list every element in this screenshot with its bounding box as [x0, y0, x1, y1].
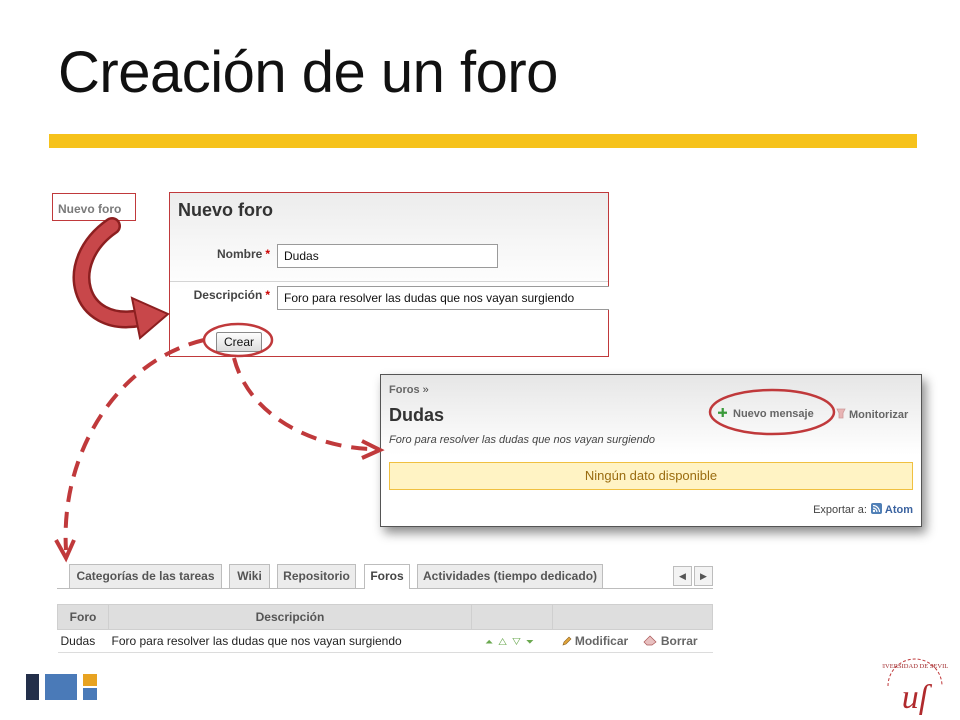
description-label: Descripción * — [193, 288, 270, 302]
required-mark: * — [265, 247, 270, 261]
column-header-order — [471, 604, 553, 630]
tab-wiki[interactable]: Wiki — [229, 564, 270, 588]
breadcrumb[interactable]: Foros» — [389, 384, 429, 396]
delete-link[interactable]: Borrar — [661, 634, 698, 648]
title-accent-bar — [49, 134, 917, 148]
forum-page-panel: Foros» Dudas Foro para resolver las duda… — [380, 374, 922, 527]
move-top-icon[interactable]: ⏶ — [485, 637, 498, 648]
name-input[interactable]: Dudas — [277, 244, 498, 268]
rss-icon[interactable] — [870, 503, 882, 514]
name-label: Nombre * — [216, 247, 270, 261]
delete-icon[interactable] — [642, 634, 658, 646]
tab-actividades[interactable]: Actividades (tiempo dedicado) — [417, 564, 603, 588]
new-message-link[interactable]: Nuevo mensaje — [718, 408, 814, 420]
edit-icon[interactable] — [562, 636, 572, 646]
tab-categorias[interactable]: Categorías de las tareas — [69, 564, 222, 588]
description-input[interactable]: Foro para resolver las dudas que nos vay… — [277, 286, 609, 310]
tab-repositorio[interactable]: Repositorio — [277, 564, 356, 588]
form-divider — [170, 281, 608, 282]
dashed-arrow-icon — [54, 338, 205, 563]
monitor-link[interactable]: Monitorizar — [836, 408, 908, 421]
forum-description-cell: Foro para resolver las dudas que nos vay… — [108, 629, 472, 653]
forums-table: Foro Descripción Dudas Foro para resolve… — [57, 604, 713, 653]
university-seal-logo: · UNIVERSIDAD DE SEVILLA · uſ — [882, 658, 948, 716]
tab-foros[interactable]: Foros — [364, 564, 410, 589]
empty-notice: Ningún dato disponible — [389, 462, 913, 490]
forum-name-cell[interactable]: Dudas — [57, 629, 109, 653]
actions-cell: Modificar Borrar — [552, 629, 713, 653]
breadcrumb-foros[interactable]: Foros — [389, 384, 420, 396]
move-up-icon[interactable]: △ — [498, 637, 512, 648]
forum-title: Dudas — [389, 405, 445, 425]
move-down-icon[interactable]: ▽ — [512, 637, 526, 648]
add-icon — [718, 408, 727, 417]
tabs-next-button[interactable]: ▶ — [694, 566, 713, 586]
create-button[interactable]: Crear — [216, 332, 262, 352]
table-header-row: Foro Descripción — [57, 604, 713, 630]
required-mark: * — [265, 288, 270, 302]
svg-text:· UNIVERSIDAD DE SEVILLA ·: · UNIVERSIDAD DE SEVILLA · — [882, 663, 948, 670]
export-row: Exportar a: Atom — [813, 503, 913, 516]
forum-description: Foro para resolver las dudas que nos vay… — [389, 434, 655, 446]
new-forum-form: Nuevo foro Nombre * Dudas Descripción * Fo… — [169, 192, 609, 357]
logo-blocks — [26, 674, 97, 700]
edit-link[interactable]: Modificar — [575, 634, 628, 648]
breadcrumb-separator: » — [422, 384, 429, 396]
tabs-prev-button[interactable]: ◀ — [673, 566, 692, 586]
move-bottom-icon[interactable]: ⏷ — [526, 637, 539, 648]
column-header-actions — [552, 604, 713, 630]
form-heading: Nuevo foro — [178, 200, 274, 220]
svg-text:uſ: uſ — [902, 679, 933, 716]
order-cell: ⏶△▽⏷ — [471, 629, 553, 653]
atom-link[interactable]: Atom — [885, 504, 913, 516]
new-message-label[interactable]: Nuevo mensaje — [733, 408, 814, 420]
column-header-foro: Foro — [57, 604, 109, 630]
new-forum-link-box[interactable]: Nuevo foro — [52, 193, 136, 221]
dashed-arrow-icon — [232, 357, 385, 460]
table-row: Dudas Foro para resolver las dudas que n… — [57, 629, 713, 653]
arrow-curved-icon — [72, 217, 170, 340]
slide-title: Creación de un foro — [58, 40, 558, 105]
monitor-icon — [836, 408, 846, 419]
export-label: Exportar a: — [813, 504, 867, 516]
monitor-label[interactable]: Monitorizar — [849, 409, 908, 421]
column-header-descripcion: Descripción — [108, 604, 472, 630]
new-forum-link[interactable]: Nuevo foro — [58, 202, 121, 216]
